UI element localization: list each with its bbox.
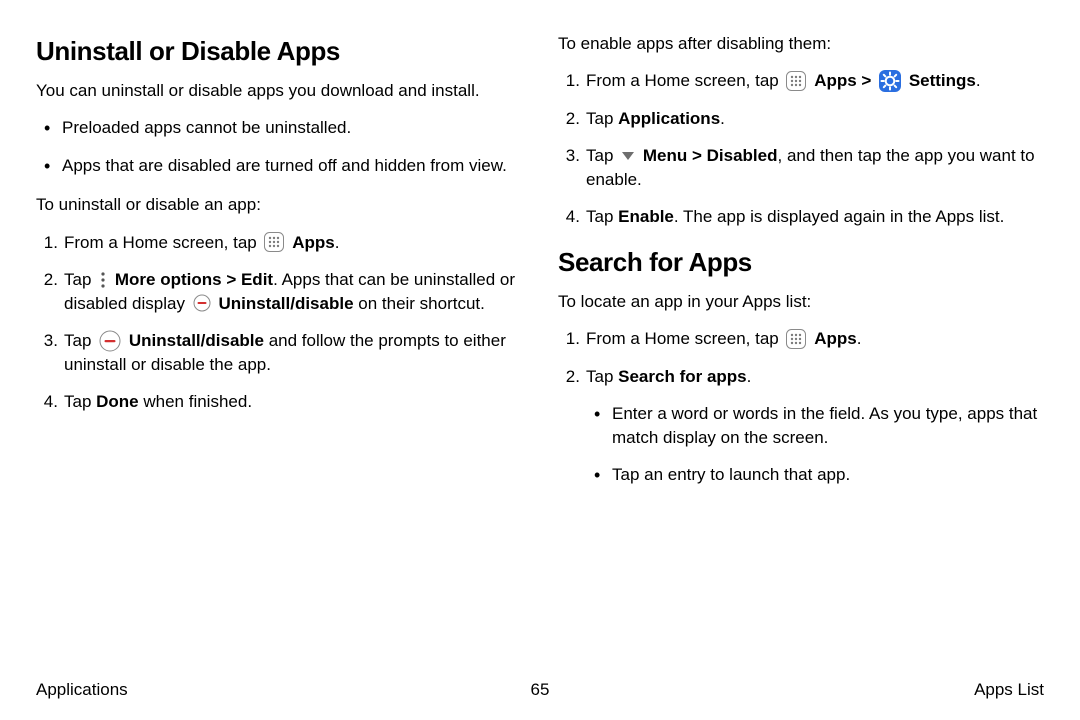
apps-grid-icon [786,329,806,349]
search-sub-1: Enter a word or words in the field. As y… [612,402,1044,449]
enable-intro: To enable apps after disabling them: [558,32,1044,55]
dropdown-triangle-icon [621,151,635,161]
right-enable-step-4: Tap Enable. The app is displayed again i… [586,205,1044,228]
settings-gear-icon [879,70,901,92]
search-intro: To locate an app in your Apps list: [558,290,1044,313]
kebab-menu-icon [99,271,107,289]
heading-uninstall: Uninstall or Disable Apps [36,36,522,67]
page-footer: Applications 65 Apps List [36,680,1044,700]
search-sub-2: Tap an entry to launch that app. [612,463,1044,486]
apps-grid-icon [786,71,806,91]
right-search-step-1: From a Home screen, tap Apps. [586,327,1044,350]
bullet-preloaded: Preloaded apps cannot be uninstalled. [62,116,522,139]
right-enable-step-3: Tap Menu > Disabled, and then tap the ap… [586,144,1044,191]
right-enable-step-1: From a Home screen, tap Apps > Settings. [586,69,1044,93]
right-enable-step-2: Tap Applications. [586,107,1044,130]
right-search-step-2: Tap Search for apps. Enter a word or wor… [586,365,1044,487]
bullet-disabled: Apps that are disabled are turned off an… [62,154,522,177]
left-column: Uninstall or Disable Apps You can uninst… [36,32,522,505]
uninstall-small-icon [193,294,211,312]
left-step-2: Tap More options > Edit. Apps that can b… [64,268,522,315]
footer-page-number: 65 [531,680,550,700]
uninstall-large-icon [99,330,121,352]
heading-search: Search for Apps [558,247,1044,278]
uninstall-intro: To uninstall or disable an app: [36,193,522,216]
left-step-4: Tap Done when finished. [64,390,522,413]
intro-text: You can uninstall or disable apps you do… [36,79,522,102]
left-step-3: Tap Uninstall/disable and follow the pro… [64,329,522,376]
apps-grid-icon [264,232,284,252]
footer-left: Applications [36,680,128,700]
right-column: To enable apps after disabling them: Fro… [558,32,1044,505]
footer-right: Apps List [974,680,1044,700]
left-step-1: From a Home screen, tap Apps. [64,231,522,254]
